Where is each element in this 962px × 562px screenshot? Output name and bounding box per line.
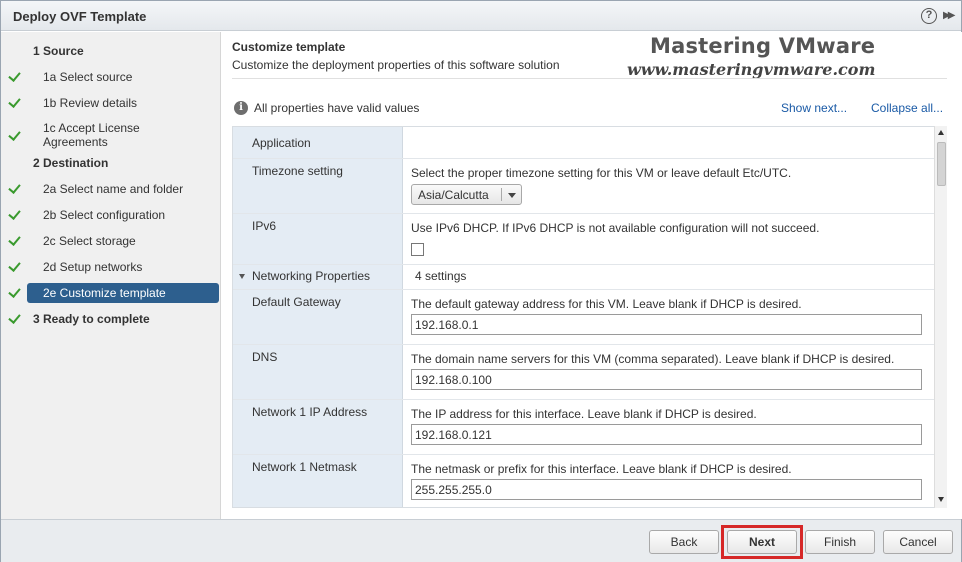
step-1c-accept-license[interactable]: 1c Accept License Agreements (1, 120, 221, 150)
page-title: Customize template (232, 40, 346, 54)
property-row-ip-address: Network 1 IP Address The IP address for … (233, 400, 934, 455)
property-name: Timezone setting (252, 164, 343, 178)
property-name: Network 1 IP Address (252, 405, 368, 419)
step-label: 2b Select configuration (43, 208, 166, 222)
property-row-ipv6: IPv6 Use IPv6 DHCP. If IPv6 DHCP is not … (233, 214, 934, 265)
step-1b-review-details[interactable]: 1b Review details (1, 92, 221, 114)
finish-button[interactable]: Finish (805, 530, 875, 554)
collapse-caret-icon[interactable] (239, 274, 245, 279)
property-name: Application (252, 136, 311, 150)
checkmark-icon (9, 207, 23, 221)
step-label: 1a Select source (43, 70, 133, 84)
property-group-networking[interactable]: Networking Properties 4 settings (233, 265, 934, 290)
step-1a-select-source[interactable]: 1a Select source (1, 66, 221, 88)
group-setting-count: 4 settings (415, 269, 467, 283)
step-label: 3 Ready to complete (33, 312, 150, 326)
watermark-url: www.masteringvmware.com (627, 60, 876, 79)
netmask-input[interactable] (411, 479, 922, 500)
step-label: 1b Review details (43, 96, 138, 110)
wizard-steps-sidebar: 1 Source 1a Select source 1b Review deta… (1, 32, 221, 519)
step-label: 2e Customize template (43, 286, 166, 300)
dns-input[interactable] (411, 369, 922, 390)
property-description: Select the proper timezone setting for t… (411, 166, 792, 180)
property-row-application: Application (233, 127, 934, 159)
show-next-link[interactable]: Show next... (781, 101, 847, 115)
step-2a-select-name-folder[interactable]: 2a Select name and folder (1, 178, 221, 200)
step-label: 2a Select name and folder (43, 182, 184, 196)
checkmark-icon (9, 233, 23, 247)
step-label: 2d Setup networks (43, 260, 143, 274)
property-name: DNS (252, 350, 278, 364)
ipv6-dhcp-checkbox[interactable] (411, 243, 424, 256)
vertical-scrollbar[interactable] (934, 126, 947, 508)
step-1-source: 1 Source (1, 40, 221, 62)
step-2-destination: 2 Destination (1, 152, 221, 174)
scroll-thumb[interactable] (937, 142, 946, 186)
property-name: IPv6 (252, 219, 277, 233)
step-label: 2c Select storage (43, 234, 136, 248)
timezone-select[interactable]: Asia/Calcutta (411, 184, 522, 205)
default-gateway-input[interactable] (411, 314, 922, 335)
property-row-dns: DNS The domain name servers for this VM … (233, 345, 934, 400)
cancel-button[interactable]: Cancel (883, 530, 953, 554)
page-subtitle: Customize the deployment properties of t… (232, 58, 560, 72)
validation-message: All properties have valid values (254, 101, 420, 115)
deploy-ovf-dialog: Deploy OVF Template ? ▶▶ 1 Source 1a Sel… (0, 0, 962, 562)
next-button[interactable]: Next (727, 530, 797, 554)
property-description: The default gateway address for this VM.… (411, 297, 802, 311)
step-2c-select-storage[interactable]: 2c Select storage (1, 230, 221, 252)
checkmark-icon (9, 95, 23, 109)
checkmark-icon (9, 311, 23, 325)
step-2e-customize-template[interactable]: 2e Customize template (1, 282, 221, 304)
collapse-all-link[interactable]: Collapse all... (871, 101, 943, 115)
property-row-netmask: Network 1 Netmask The netmask or prefix … (233, 455, 934, 507)
step-2b-select-configuration[interactable]: 2b Select configuration (1, 204, 221, 226)
header-divider (232, 78, 947, 79)
step-2d-setup-networks[interactable]: 2d Setup networks (1, 256, 221, 278)
property-name: Network 1 Netmask (252, 460, 357, 474)
expand-icon[interactable]: ▶▶ (943, 8, 957, 24)
chevron-down-icon (508, 193, 516, 198)
dialog-footer: Back Next Finish Cancel (1, 519, 961, 562)
dialog-title: Deploy OVF Template (13, 9, 147, 24)
title-bar: Deploy OVF Template ? ▶▶ (1, 1, 961, 31)
watermark-title: Mastering VMware (650, 34, 876, 58)
info-icon: i (234, 101, 248, 115)
help-icon[interactable]: ? (921, 8, 937, 24)
group-name: Networking Properties (252, 269, 371, 283)
step-label: 2 Destination (33, 156, 109, 170)
checkmark-icon (9, 259, 23, 273)
property-description: Use IPv6 DHCP. If IPv6 DHCP is not avail… (411, 221, 820, 235)
checkmark-icon (9, 69, 23, 83)
step-label: 1 Source (33, 44, 84, 58)
checkmark-icon (9, 285, 23, 299)
checkmark-icon (9, 128, 23, 142)
selected-value: Asia/Calcutta (418, 188, 489, 202)
customize-template-panel: Customize template Customize the deploym… (222, 32, 962, 519)
scroll-up-icon[interactable] (938, 130, 944, 135)
property-row-timezone: Timezone setting Select the proper timez… (233, 159, 934, 214)
scroll-down-icon[interactable] (938, 497, 944, 502)
property-description: The IP address for this interface. Leave… (411, 407, 757, 421)
property-description: The domain name servers for this VM (com… (411, 352, 895, 366)
property-description: The netmask or prefix for this interface… (411, 462, 792, 476)
ip-address-input[interactable] (411, 424, 922, 445)
checkmark-icon (9, 181, 23, 195)
step-label: 1c Accept License Agreements (43, 121, 140, 149)
properties-grid: Application Timezone setting Select the … (232, 126, 935, 508)
property-name: Default Gateway (252, 295, 341, 309)
step-3-ready-to-complete[interactable]: 3 Ready to complete (1, 308, 221, 330)
property-row-default-gateway: Default Gateway The default gateway addr… (233, 290, 934, 345)
back-button[interactable]: Back (649, 530, 719, 554)
